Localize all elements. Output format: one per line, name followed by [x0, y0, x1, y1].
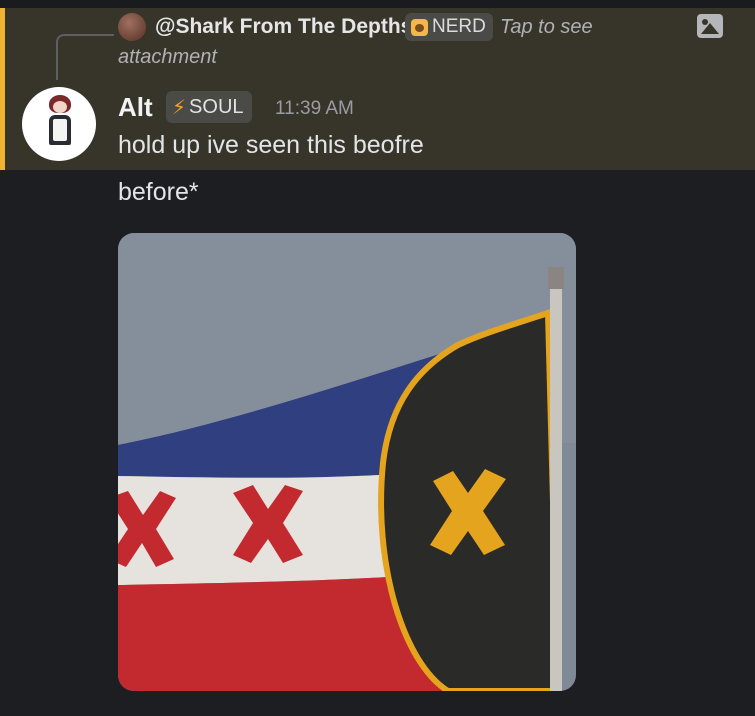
message-author-name[interactable]: Alt — [118, 90, 153, 124]
avatar-apron — [53, 119, 67, 141]
image-icon[interactable] — [697, 14, 723, 38]
reply-author-name[interactable]: @Shark From The Depths — [155, 12, 412, 42]
reply-spine — [56, 34, 114, 80]
mention-highlight-bar — [0, 8, 5, 170]
reply-author-avatar[interactable] — [118, 13, 146, 41]
flag-image — [118, 233, 576, 691]
message-tag-label: SOUL — [189, 95, 244, 118]
flag-pole — [550, 267, 562, 691]
reply-preview-text-2[interactable]: attachment — [118, 42, 217, 72]
message-author-tag: ⚡ SOUL — [166, 91, 252, 123]
reply-author-tag: NERD — [405, 13, 493, 41]
message-timestamp: 11:39 AM — [275, 98, 354, 119]
nerd-face-icon — [411, 18, 428, 36]
reply-preview-text[interactable]: Tap to see — [500, 12, 593, 42]
image-attachment[interactable] — [118, 233, 576, 691]
top-edge — [0, 0, 755, 8]
avatar[interactable] — [22, 87, 96, 161]
avatar-face — [53, 101, 67, 113]
reply-tag-label: NERD — [432, 16, 486, 37]
lightning-bolt-icon: ⚡ — [172, 96, 187, 119]
message-line-1: hold up ive seen this beofre — [118, 131, 424, 159]
message-line-2: before* — [118, 178, 199, 206]
flag-pole-top — [548, 267, 564, 289]
